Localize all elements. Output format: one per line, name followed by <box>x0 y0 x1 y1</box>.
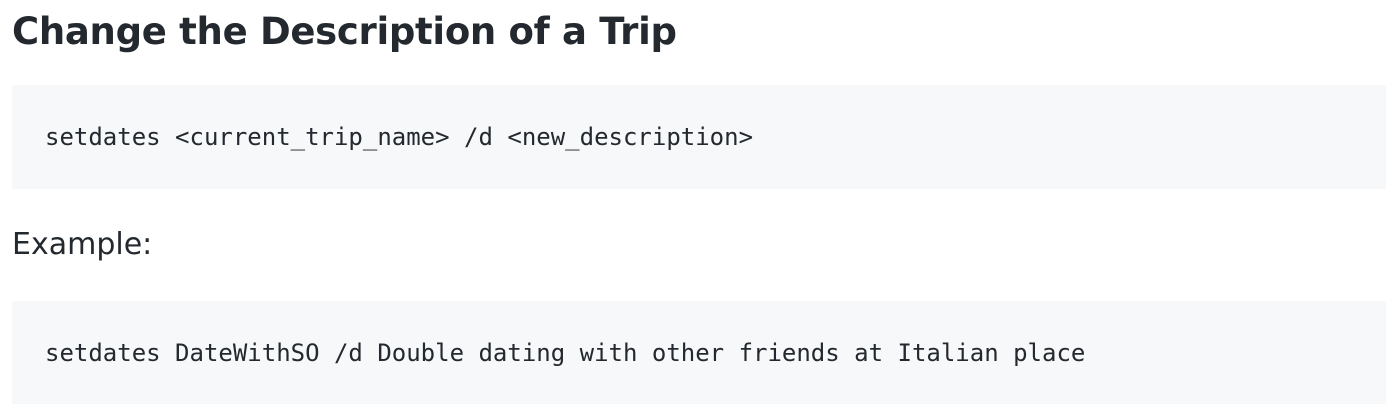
example-code-block: setdates DateWithSO /d Double dating wit… <box>12 301 1386 404</box>
documentation-page: Change the Description of a Trip setdate… <box>0 0 1389 406</box>
section-heading: Change the Description of a Trip <box>12 10 677 53</box>
syntax-code-block: setdates <current_trip_name> /d <new_des… <box>12 85 1386 189</box>
example-label: Example: <box>12 227 153 262</box>
syntax-code: setdates <current_trip_name> /d <new_des… <box>45 123 754 151</box>
example-code: setdates DateWithSO /d Double dating wit… <box>45 338 1086 367</box>
